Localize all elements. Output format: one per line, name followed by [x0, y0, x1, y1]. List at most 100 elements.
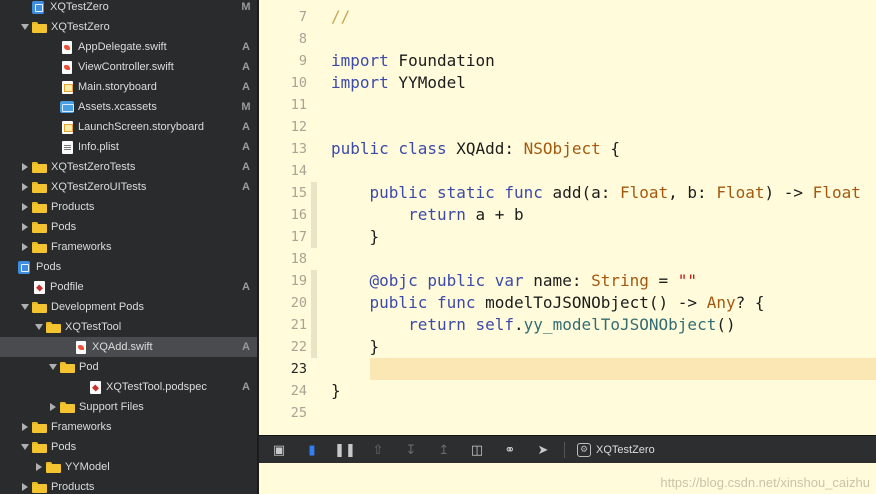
console-area[interactable]: https://blog.csdn.net/xinshou_caizhu [259, 463, 876, 494]
disclosure-closed-icon[interactable] [20, 222, 30, 232]
navigator-item[interactable]: AppDelegate.swift A [0, 37, 257, 57]
current-line-highlight [370, 358, 876, 380]
folder-icon [32, 21, 47, 33]
navigator-item[interactable]: YYModel [0, 457, 257, 477]
step-out-icon[interactable]: ↥ [432, 440, 456, 460]
disclosure-closed-icon[interactable] [20, 202, 30, 212]
navigator-item[interactable]: XQTestTool [0, 317, 257, 337]
navigator-item-label: XQTestTool [65, 321, 122, 333]
swift-file-icon [62, 40, 72, 54]
code-line[interactable]: import YYModel [331, 72, 466, 94]
folder-icon [46, 461, 61, 473]
line-number: 11 [290, 97, 307, 113]
navigator-item[interactable]: Podfile A [0, 277, 257, 297]
ruby-file-icon [90, 380, 101, 394]
code-line[interactable]: public static func add(a: Float, b: Floa… [331, 182, 861, 204]
navigator-item[interactable]: Frameworks [0, 237, 257, 257]
simulate-location-icon[interactable]: ➤ [531, 440, 555, 460]
hide-debug-area-icon[interactable]: ▣ [267, 440, 291, 460]
navigator-item[interactable]: XQTestZero M [0, 0, 257, 17]
disclosure-closed-icon[interactable] [20, 162, 30, 172]
disclosure-closed-icon[interactable] [20, 482, 30, 492]
navigator-item[interactable]: XQAdd.swift A [0, 337, 257, 357]
code-token: String [591, 271, 649, 290]
code-line[interactable]: return a + b [331, 204, 524, 226]
navigator-item[interactable]: Info.plist A [0, 137, 257, 157]
disclosure-open-icon[interactable] [20, 22, 30, 32]
code-line[interactable]: } [331, 380, 341, 402]
code-fold-ribbon[interactable] [311, 182, 317, 248]
code-token: = [648, 271, 678, 290]
disclosure-open-icon[interactable] [48, 362, 58, 372]
disclosure-closed-icon[interactable] [20, 242, 30, 252]
navigator-item[interactable]: Pods [0, 217, 257, 237]
pause-continue-icon[interactable]: ❚❚ [333, 440, 357, 460]
navigator-item[interactable]: XQTestZeroUITests A [0, 177, 257, 197]
source-editor[interactable]: 7 8 9 10 11 12 13 14 15 16 17 18 19 20 21 22 23 24 25 // im… [259, 0, 876, 435]
navigator-item[interactable]: Assets.xcassets M [0, 97, 257, 117]
code-token: ? { [735, 293, 765, 312]
code-line[interactable]: public class XQAdd: NSObject { [331, 138, 620, 160]
navigator-item[interactable]: XQTestZero [0, 17, 257, 37]
scheme-target-icon: ⚙ [577, 442, 591, 457]
code-line[interactable]: } [331, 336, 380, 358]
folder-icon [32, 221, 47, 233]
code-token: public func [331, 293, 476, 312]
folder-icon [60, 361, 75, 373]
code-line[interactable]: import Foundation [331, 50, 495, 72]
breakpoints-toggle-icon[interactable]: ▮ [300, 440, 324, 460]
code-token: Foundation [388, 51, 495, 70]
code-fold-ribbon[interactable] [311, 270, 317, 358]
scheme-selector[interactable]: ⚙ XQTestZero [577, 442, 655, 457]
scm-status-badge: M [241, 1, 251, 13]
memory-graph-icon[interactable]: ⚭ [498, 440, 522, 460]
step-into-icon[interactable]: ↧ [399, 440, 423, 460]
navigator-item[interactable]: Pods [0, 257, 257, 277]
swift-file-icon [76, 340, 86, 354]
navigator-item[interactable]: Products [0, 477, 257, 494]
step-over-icon[interactable]: ⇧ [366, 440, 390, 460]
navigator-item[interactable]: LaunchScreen.storyboard A [0, 117, 257, 137]
navigator-item-label: YYModel [65, 461, 110, 473]
navigator-item-label: Development Pods [51, 301, 144, 313]
code-token: () [716, 315, 736, 334]
navigator-item[interactable]: ViewController.swift A [0, 57, 257, 77]
scheme-name: XQTestZero [596, 443, 655, 456]
code-line[interactable]: @objc public var name: String = "" [331, 270, 698, 292]
navigator-item[interactable]: Products [0, 197, 257, 217]
navigator-item[interactable]: XQTestTool.podspec A [0, 377, 257, 397]
navigator-item[interactable]: XQTestZeroTests A [0, 157, 257, 177]
disclosure-closed-icon[interactable] [48, 402, 58, 412]
disclosure-closed-icon[interactable] [20, 422, 30, 432]
navigator-item[interactable]: Support Files [0, 397, 257, 417]
code-token: YYModel [388, 73, 466, 92]
view-hierarchy-icon[interactable]: ◫ [465, 440, 489, 460]
navigator-item[interactable]: Pod [0, 357, 257, 377]
disclosure-open-icon[interactable] [34, 322, 44, 332]
code-line[interactable]: public func modelToJSONObject() -> Any? … [331, 292, 765, 314]
disclosure-open-icon[interactable] [20, 442, 30, 452]
navigator-item[interactable]: Frameworks [0, 417, 257, 437]
toolbar-separator [564, 441, 565, 458]
navigator-item[interactable]: Main.storyboard A [0, 77, 257, 97]
ruby-file-icon [34, 280, 45, 294]
line-number: 23 [290, 361, 307, 377]
code-line[interactable]: } [331, 226, 380, 248]
disclosure-closed-icon[interactable] [20, 182, 30, 192]
code-line[interactable]: return self.yy_modelToJSONObject() [331, 314, 736, 336]
code-token: yy_modelToJSONObject [523, 315, 717, 334]
disclosure-closed-icon[interactable] [34, 462, 44, 472]
navigator-item-label: Pods [51, 221, 77, 233]
assets-icon [60, 101, 74, 113]
navigator-item-label: Pod [79, 361, 99, 373]
disclosure-open-icon[interactable] [20, 302, 30, 312]
code-line[interactable]: // [331, 6, 350, 28]
code-token: @objc public var [331, 271, 524, 290]
navigator-item-label: AppDelegate.swift [78, 41, 167, 53]
line-number: 21 [290, 317, 307, 333]
line-number: 8 [298, 31, 307, 47]
navigator-item-label: Pods [36, 261, 62, 273]
navigator-item[interactable]: Development Pods [0, 297, 257, 317]
navigator-item[interactable]: Pods [0, 437, 257, 457]
line-number: 12 [290, 119, 307, 135]
